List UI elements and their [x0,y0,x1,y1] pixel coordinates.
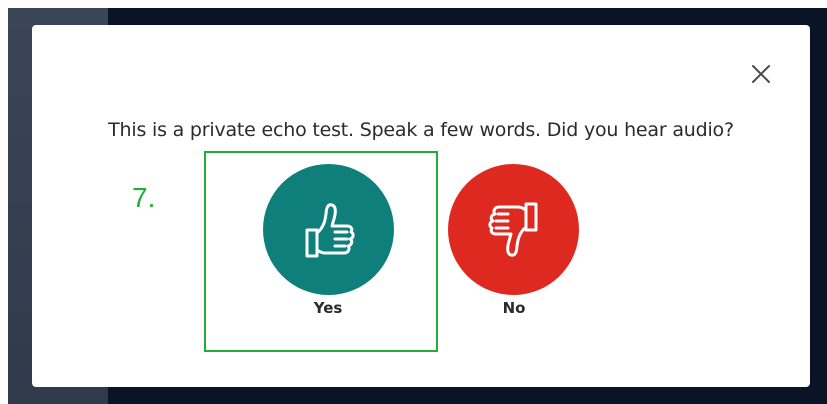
no-button[interactable] [448,164,579,295]
thumbs-up-icon [305,202,355,257]
close-button[interactable] [749,62,773,86]
step-annotation-label: 7. [132,182,156,213]
yes-button-label[interactable]: Yes [288,299,368,317]
screen: This is a private echo test. Speak a few… [0,0,827,404]
echo-test-prompt: This is a private echo test. Speak a few… [108,119,734,141]
yes-button[interactable] [263,164,394,295]
close-icon [752,65,770,83]
no-button-label[interactable]: No [474,299,554,317]
thumbs-down-icon [487,202,537,257]
